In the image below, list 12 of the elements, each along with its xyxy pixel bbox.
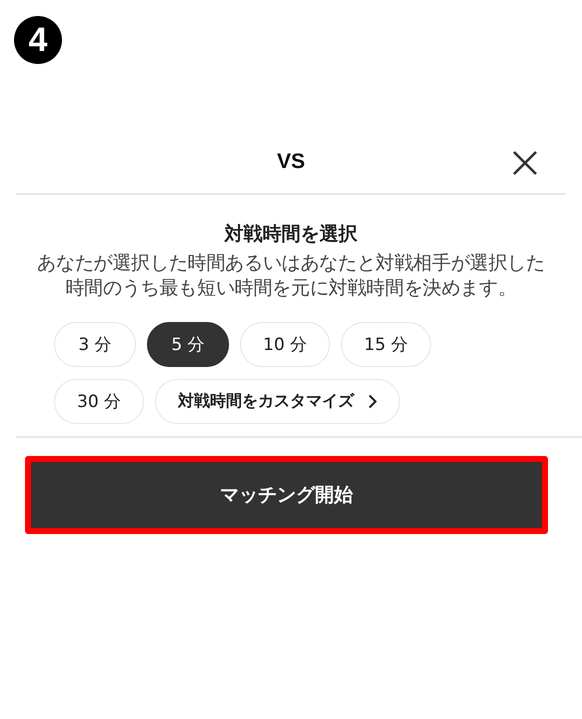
customize-time-button[interactable]: 対戦時間をカスタマイズ — [155, 379, 400, 424]
time-option-chip[interactable]: 30 分 — [54, 379, 144, 424]
step-number-badge: 4 — [14, 16, 62, 64]
time-option-chip[interactable]: 5 分 — [147, 322, 229, 367]
sheet-title: VS — [276, 150, 305, 174]
section-heading: 対戦時間を選択 — [224, 222, 358, 247]
description-text: あなたが選択した時間あるいはあなたと対戦相手が選択した時間のうち最も短い時間を元に対戦時間を決めます。 — [36, 251, 546, 301]
time-option-chip[interactable]: 10 分 — [240, 322, 330, 367]
chevron-right-icon — [368, 394, 378, 409]
time-option-chip[interactable]: 3 分 — [54, 322, 136, 367]
time-option-chip[interactable]: 15 分 — [341, 322, 432, 367]
start-matching-button[interactable]: マッチング開始 — [25, 456, 548, 534]
